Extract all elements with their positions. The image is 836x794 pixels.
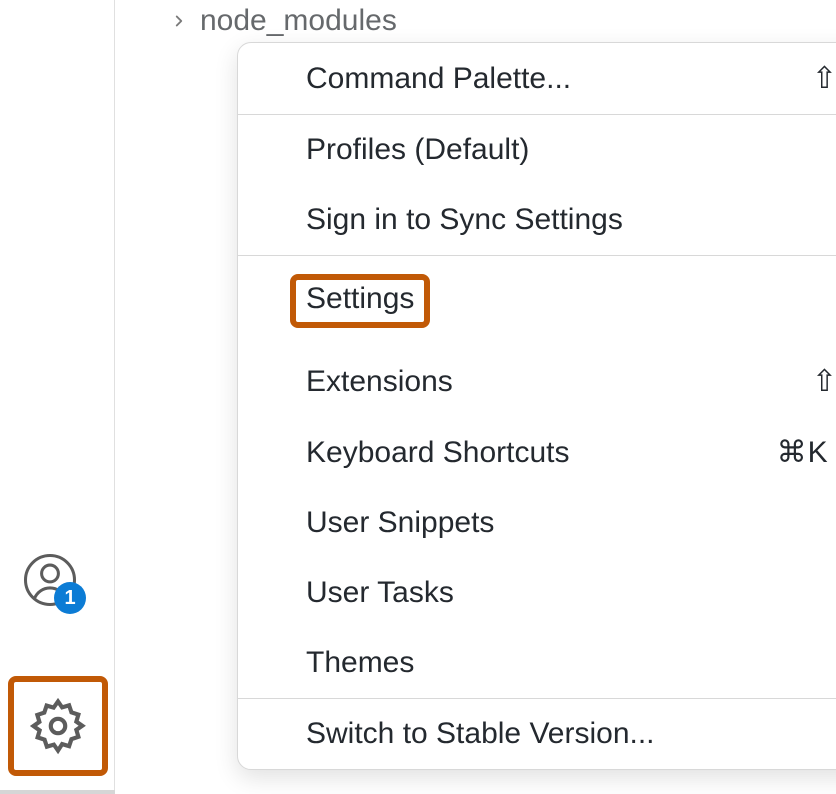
menu-item-sign-in-sync[interactable]: Sign in to Sync Settings	[238, 185, 836, 255]
settings-label-text: Settings	[306, 282, 414, 315]
manage-button-highlight	[8, 676, 108, 776]
menu-item-profiles[interactable]: Profiles (Default)	[238, 115, 836, 185]
accounts-button[interactable]: 1	[22, 552, 78, 608]
tree-item-node-modules[interactable]: node_modules	[170, 4, 397, 38]
bottom-strip	[0, 790, 115, 794]
menu-item-settings[interactable]: Settings ⌘,	[238, 256, 836, 346]
account-badge: 1	[54, 582, 86, 614]
menu-item-label: User Tasks	[306, 576, 836, 610]
account-badge-count: 1	[64, 587, 75, 610]
manage-context-menu: Command Palette... ⇧⌘P Profiles (Default…	[237, 42, 836, 770]
menu-item-label: Extensions	[306, 365, 812, 399]
gear-icon[interactable]	[27, 695, 89, 757]
menu-item-extensions[interactable]: Extensions ⇧⌘X	[238, 346, 836, 417]
menu-item-label: Switch to Stable Version...	[306, 717, 836, 751]
explorer-area: node_modules Command Palette... ⇧⌘P Prof…	[115, 0, 836, 794]
settings-highlight: Settings	[290, 274, 430, 328]
menu-shortcut: ⇧⌘X	[812, 364, 836, 399]
chevron-right-icon	[170, 6, 188, 37]
tree-item-label: node_modules	[200, 4, 397, 38]
menu-item-keyboard-shortcuts[interactable]: Keyboard Shortcuts ⌘K ⌘S	[238, 417, 836, 488]
menu-item-label: Themes	[306, 646, 836, 680]
menu-item-switch-stable[interactable]: Switch to Stable Version...	[238, 699, 836, 769]
menu-item-label: Command Palette...	[306, 62, 812, 96]
menu-item-user-tasks[interactable]: User Tasks	[238, 558, 836, 628]
menu-item-command-palette[interactable]: Command Palette... ⇧⌘P	[238, 43, 836, 114]
menu-item-label: Keyboard Shortcuts	[306, 436, 777, 470]
menu-item-label: Sign in to Sync Settings	[306, 203, 836, 237]
menu-item-label: Profiles (Default)	[306, 133, 836, 167]
menu-shortcut: ⇧⌘P	[812, 61, 836, 96]
menu-item-themes[interactable]: Themes	[238, 628, 836, 698]
menu-shortcut: ⌘K ⌘S	[777, 435, 836, 470]
activity-bar: 1	[0, 0, 115, 794]
menu-item-user-snippets[interactable]: User Snippets	[238, 488, 836, 558]
menu-item-label: Settings	[306, 274, 836, 328]
menu-item-label: User Snippets	[306, 506, 836, 540]
